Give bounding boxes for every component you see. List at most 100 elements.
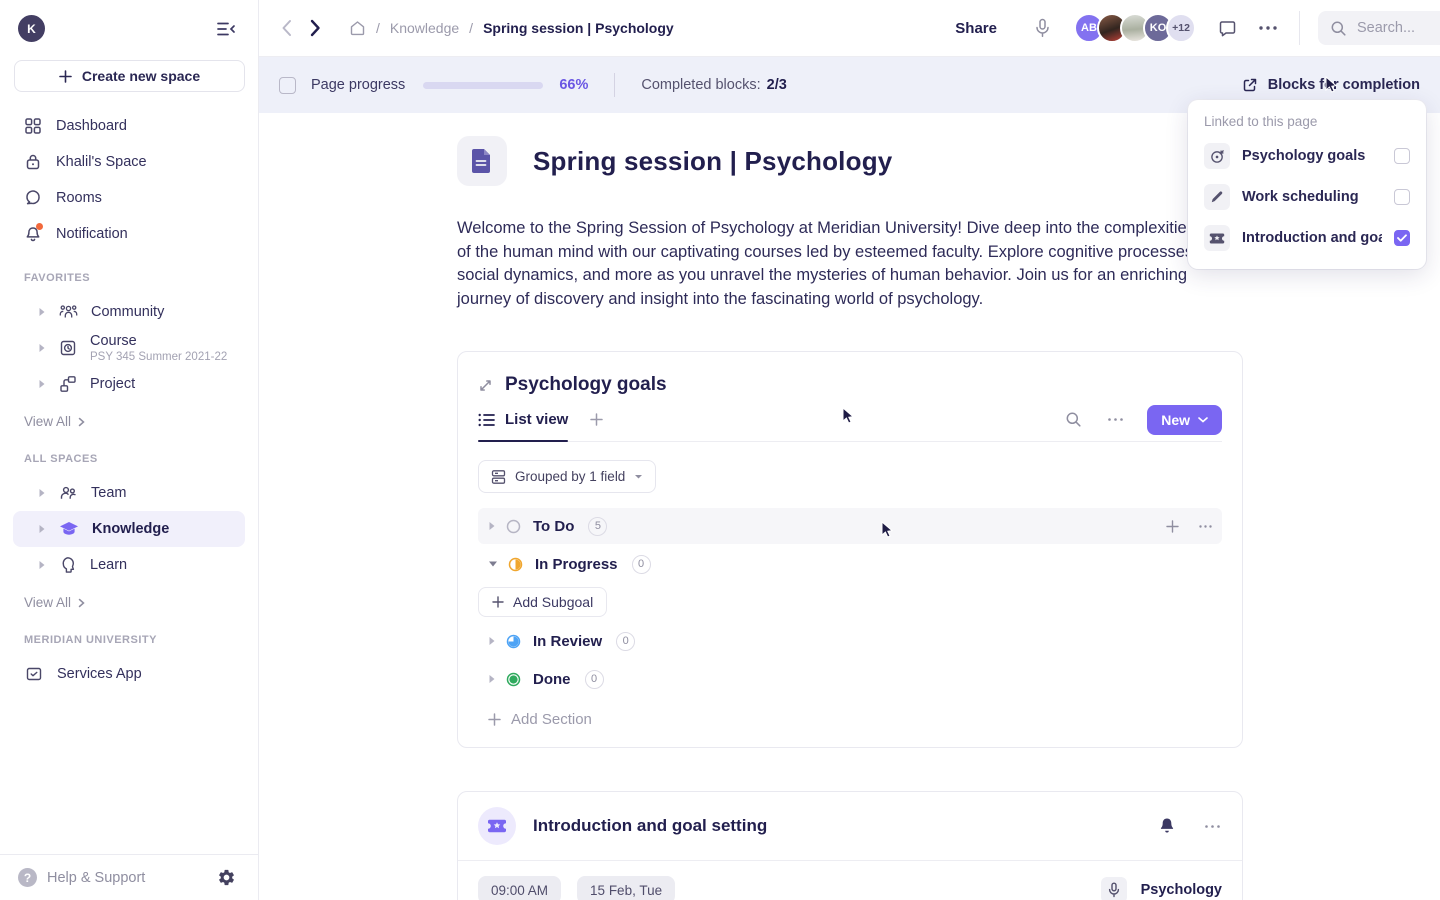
forward-icon[interactable] [308, 17, 323, 39]
search-icon [1330, 20, 1347, 37]
tab-list-view[interactable]: List view [478, 398, 568, 441]
chevron-right-icon[interactable] [38, 560, 46, 570]
help-support-link[interactable]: Help & Support [47, 870, 205, 886]
help-icon: ? [18, 868, 37, 887]
linked-to-page-popup: Linked to this page Psychology goals Wor… [1188, 100, 1426, 269]
link-checkbox[interactable] [1394, 230, 1410, 246]
microphone-icon[interactable] [1101, 877, 1127, 900]
share-button[interactable]: Share [955, 20, 997, 37]
external-link-icon [1242, 77, 1258, 93]
search-icon[interactable] [1063, 409, 1084, 430]
sidebar-item-team[interactable]: Team [13, 475, 245, 511]
page-progress-checkbox[interactable] [279, 77, 296, 94]
new-button[interactable]: New [1147, 405, 1222, 435]
page-document-icon[interactable] [457, 136, 507, 186]
card-title: Introduction and goal setting [533, 816, 767, 836]
add-goal-icon[interactable] [1166, 520, 1179, 533]
lock-icon [24, 153, 42, 171]
progress-bar [423, 82, 543, 89]
more-options-icon[interactable] [1106, 416, 1125, 423]
group-row-done[interactable]: Done 0 [478, 661, 1222, 697]
group-count-badge: 0 [632, 555, 651, 574]
sidebar-item-label: Services App [57, 666, 142, 682]
group-row-in-review[interactable]: In Review 0 [478, 623, 1222, 659]
spaces-view-all[interactable]: View All [0, 583, 258, 614]
sidebar-item-notification[interactable]: Notification [0, 216, 258, 252]
card-title: Psychology goals [505, 374, 667, 396]
plus-icon [488, 713, 501, 726]
bell-icon[interactable] [1157, 815, 1177, 837]
date-chip[interactable]: 15 Feb, Tue [577, 876, 675, 900]
sidebar-item-rooms[interactable]: Rooms [0, 180, 258, 216]
sidebar-item-khalils-space[interactable]: Khalil's Space [0, 144, 258, 180]
create-new-space-button[interactable]: Create new space [14, 60, 245, 92]
add-section-button[interactable]: Add Section [478, 711, 1222, 728]
bell-icon [24, 225, 42, 243]
sidebar-item-knowledge[interactable]: Knowledge [13, 511, 245, 547]
divider [614, 73, 615, 97]
course-sublabel: PSY 345 Summer 2021-22 [90, 351, 227, 363]
settings-gear-icon[interactable] [215, 866, 238, 889]
link-checkbox[interactable] [1394, 189, 1410, 205]
breadcrumb-separator: / [376, 20, 380, 36]
group-row-in-progress[interactable]: In Progress 0 [478, 546, 1222, 582]
sidebar-item-label: Rooms [56, 190, 102, 206]
back-icon[interactable] [279, 17, 294, 39]
sidebar-item-dashboard[interactable]: Dashboard [0, 108, 258, 144]
popup-item-introduction[interactable]: Introduction and goal... [1202, 221, 1412, 255]
add-view-icon[interactable] [590, 413, 603, 426]
chevron-right-icon[interactable] [38, 488, 46, 498]
workspace-avatar[interactable]: K [18, 15, 45, 42]
status-done-icon [506, 672, 521, 687]
comment-icon[interactable] [1218, 20, 1237, 37]
ticket-icon [1204, 225, 1230, 251]
completed-blocks: Completed blocks:2/3 [641, 77, 786, 93]
sidebar-item-learn[interactable]: Learn [13, 547, 245, 583]
community-icon [59, 303, 78, 321]
chevron-down-icon [1198, 417, 1208, 423]
chevron-down-icon[interactable] [488, 560, 498, 568]
breadcrumb-section[interactable]: Knowledge [390, 20, 459, 36]
blocks-for-completion-button[interactable]: Blocks for completion [1242, 77, 1420, 93]
more-options-icon[interactable] [1203, 823, 1222, 830]
project-icon [59, 375, 77, 393]
chevron-right-icon[interactable] [38, 343, 46, 353]
favorites-view-all[interactable]: View All [0, 402, 258, 433]
chevron-right-icon[interactable] [38, 307, 46, 317]
chevron-right-icon[interactable] [488, 636, 496, 646]
chevron-right-icon[interactable] [38, 524, 46, 534]
search-box[interactable] [1318, 11, 1440, 45]
chevron-right-icon [78, 598, 85, 608]
sidebar-item-services-app[interactable]: Services App [0, 656, 258, 692]
group-icon [491, 469, 506, 485]
time-chip[interactable]: 09:00 AM [478, 876, 561, 900]
sidebar-item-course[interactable]: Course PSY 345 Summer 2021-22 [13, 330, 245, 366]
chevron-right-icon[interactable] [488, 521, 496, 531]
avatar-overflow-count[interactable]: +12 [1166, 13, 1196, 43]
chevron-right-icon[interactable] [488, 674, 496, 684]
expand-icon[interactable] [478, 378, 493, 393]
category-label: Psychology [1141, 882, 1222, 898]
group-row-todo[interactable]: To Do 5 [478, 508, 1222, 544]
microphone-icon[interactable] [1035, 18, 1050, 38]
grouped-by-button[interactable]: Grouped by 1 field [478, 460, 656, 493]
more-options-icon[interactable] [1199, 525, 1212, 528]
home-icon[interactable] [349, 20, 366, 36]
breadcrumb-page[interactable]: Spring session | Psychology [483, 20, 674, 36]
sidebar-item-community[interactable]: Community [13, 294, 245, 330]
search-input[interactable] [1357, 20, 1427, 36]
sidebar-item-label: Notification [56, 226, 128, 242]
ticket-icon [478, 807, 516, 845]
sidebar-item-project[interactable]: Project [13, 366, 245, 402]
popup-item-psychology-goals[interactable]: Psychology goals [1202, 139, 1412, 173]
collapse-sidebar-icon[interactable] [215, 19, 238, 39]
more-options-icon[interactable] [1259, 26, 1277, 30]
avatar-stack: AB KO +12 [1074, 13, 1196, 43]
link-checkbox[interactable] [1394, 148, 1410, 164]
add-subgoal-button[interactable]: Add Subgoal [478, 587, 607, 617]
chevron-right-icon [78, 417, 85, 427]
chevron-right-icon[interactable] [38, 379, 46, 389]
popup-item-work-scheduling[interactable]: Work scheduling [1202, 180, 1412, 214]
plus-icon [492, 596, 504, 608]
sidebar-item-label: Dashboard [56, 118, 127, 134]
